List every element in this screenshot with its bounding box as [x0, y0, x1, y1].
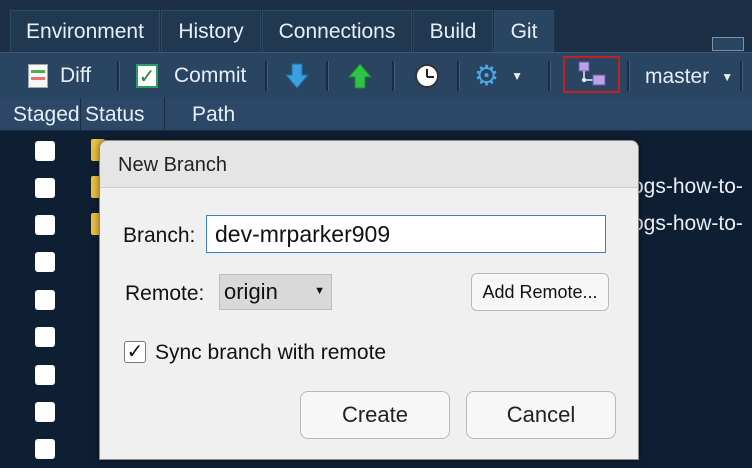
remote-select-value: origin [224, 279, 278, 304]
staged-checkbox[interactable] [35, 402, 55, 422]
pull-button[interactable] [283, 59, 311, 93]
branch-name-input[interactable] [206, 215, 606, 253]
pull-arrow-icon [283, 62, 311, 90]
toolbar-separator [548, 61, 551, 91]
cancel-button[interactable]: Cancel [466, 391, 616, 439]
toolbar-separator [627, 61, 630, 91]
tab-git[interactable]: Git [494, 10, 554, 52]
file-path: ogs-how-to- [632, 212, 743, 235]
new-branch-icon [578, 61, 605, 85]
chevron-down-icon: ▼ [511, 69, 523, 83]
new-branch-button[interactable] [563, 56, 620, 93]
file-path: ogs-how-to- [632, 175, 743, 198]
clock-icon [415, 64, 439, 88]
dialog-title: New Branch [118, 154, 227, 176]
toolbar-separator [740, 61, 743, 91]
chevron-down-icon: ▼ [314, 285, 325, 297]
commit-label: Commit [174, 64, 247, 87]
toolbar-separator [457, 61, 460, 91]
sync-branch-checkbox[interactable]: ✓ [124, 341, 146, 363]
diff-button[interactable]: Diff [28, 59, 91, 93]
column-header-path[interactable]: Path [192, 103, 235, 127]
tab-build[interactable]: Build [413, 10, 493, 52]
column-header-staged[interactable]: Staged [13, 103, 80, 127]
history-button[interactable] [415, 59, 439, 93]
diff-label: Diff [60, 64, 92, 87]
tab-connections[interactable]: Connections [262, 10, 412, 52]
tab-history[interactable]: History [161, 10, 261, 52]
more-git-options-button[interactable]: ⚙ ▼ [474, 59, 523, 93]
commit-checkbox-icon: ✓ [136, 64, 158, 88]
toolbar-separator [265, 61, 268, 91]
column-divider [164, 98, 165, 130]
column-divider [80, 98, 81, 130]
dialog-title-bar[interactable]: New Branch [100, 141, 638, 188]
staged-checkbox[interactable] [35, 365, 55, 385]
file-list-header: Staged Status Path [0, 98, 752, 131]
branch-label: Branch: [123, 224, 196, 247]
staged-checkbox[interactable] [35, 178, 55, 198]
push-button[interactable] [346, 59, 374, 93]
staged-checkbox[interactable] [35, 215, 55, 235]
sync-branch-label[interactable]: Sync branch with remote [155, 341, 386, 365]
toolbar-separator [117, 61, 120, 91]
chevron-down-icon: ▼ [721, 70, 734, 84]
gear-icon: ⚙ [474, 60, 500, 91]
minimize-pane-button[interactable] [712, 37, 744, 51]
commit-button[interactable]: ✓ Commit [136, 59, 246, 93]
push-arrow-icon [346, 62, 374, 90]
toolbar-separator [326, 61, 329, 91]
create-button[interactable]: Create [300, 391, 450, 439]
staged-checkbox[interactable] [35, 252, 55, 272]
branch-selector[interactable]: master ▼ [645, 60, 733, 94]
remote-label: Remote: [125, 282, 205, 305]
staged-checkbox[interactable] [35, 290, 55, 310]
git-toolbar: Diff ✓ Commit ⚙ ▼ [0, 52, 752, 100]
add-remote-button[interactable]: Add Remote... [471, 273, 609, 311]
staged-checkbox[interactable] [35, 327, 55, 347]
staged-checkbox[interactable] [35, 141, 55, 161]
pane-tab-bar: Environment History Connections Build Gi… [0, 0, 752, 52]
tab-environment[interactable]: Environment [10, 10, 160, 52]
column-header-status[interactable]: Status [85, 103, 145, 127]
staged-checkbox[interactable] [35, 439, 55, 459]
diff-icon [28, 64, 48, 88]
current-branch-label: master [645, 65, 710, 88]
new-branch-dialog: New Branch Branch: Remote: origin ▼ Add … [99, 140, 639, 460]
remote-select[interactable]: origin ▼ [219, 274, 332, 310]
toolbar-separator [392, 61, 395, 91]
